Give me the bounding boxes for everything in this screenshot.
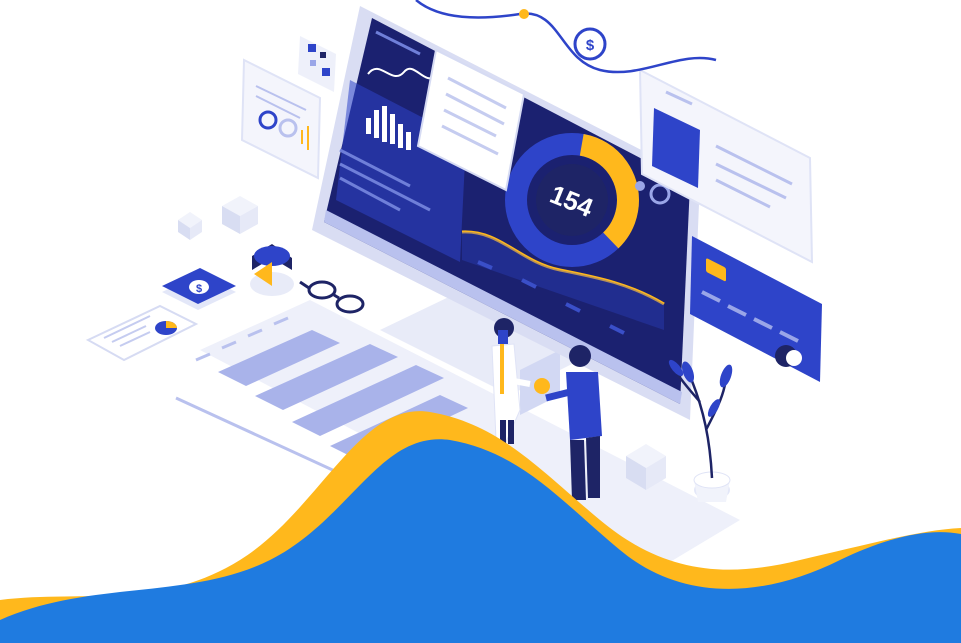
banknote-icon: $ (162, 268, 236, 310)
qr-card (298, 36, 336, 92)
gear-coin-icon (534, 378, 550, 394)
coin-currency-label: $ (586, 37, 595, 54)
pie-3d-icon (250, 244, 294, 296)
cube-medium (222, 196, 258, 234)
isometric-scene: $ 154 $ (0, 0, 961, 643)
report-sheet (85, 304, 199, 362)
banknote-currency-label: $ (196, 283, 202, 295)
donut-gauge: 154 (505, 133, 639, 267)
bottom-waves (0, 411, 961, 643)
analytics-illustration: $ 154 $ (0, 0, 961, 643)
cube-small (178, 212, 202, 240)
